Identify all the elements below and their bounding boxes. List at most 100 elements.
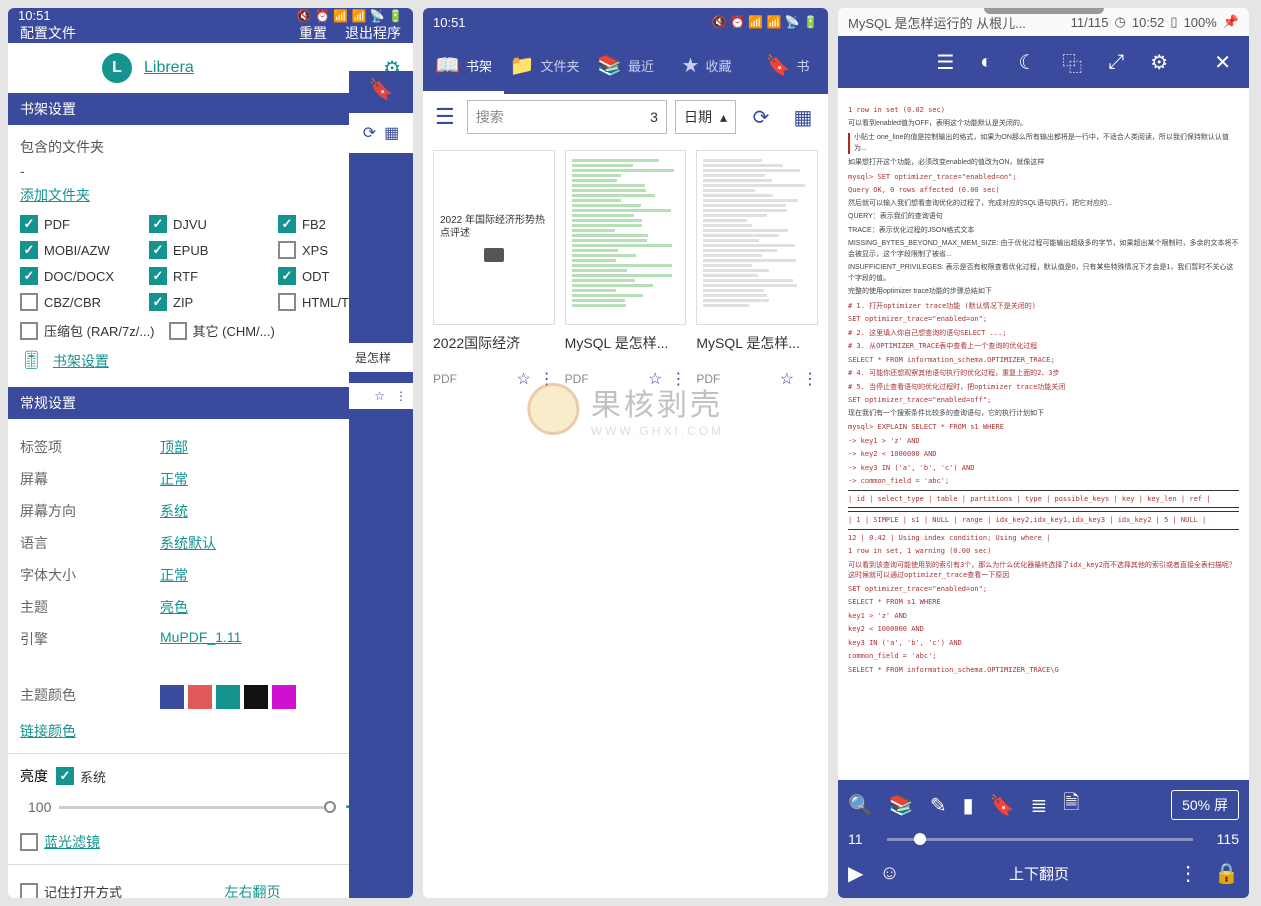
page-icon[interactable]: ▮ (963, 793, 974, 818)
result-count: 3 (650, 109, 658, 125)
tab-icon: ★ (682, 53, 700, 78)
format-cbz/cbr[interactable]: CBZ/CBR (20, 293, 143, 311)
format-mobi/azw[interactable]: MOBI/AZW (20, 241, 143, 259)
format-zip[interactable]: ZIP (149, 293, 272, 311)
format-doc/docx[interactable]: DOC/DOCX (20, 267, 143, 285)
color-swatch[interactable] (188, 685, 212, 709)
bookshelf-settings-link[interactable]: 书架设置 (53, 351, 109, 371)
setting-value[interactable]: 系统 (160, 501, 188, 521)
format-epub[interactable]: EPUB (149, 241, 272, 259)
file-icon[interactable]: 🗎 (1063, 788, 1079, 822)
bookmark-icon: 🔖 (369, 77, 394, 102)
included-folders-value: - (20, 163, 401, 179)
more-icon: ⋮ (395, 389, 407, 403)
battery: 100% (1184, 15, 1217, 30)
doc-title: MySQL 是怎样运行的 从根儿... (848, 13, 1026, 32)
format-rtf[interactable]: RTF (149, 267, 272, 285)
status-bar: 10:51 🔇 ⏰ 📶 📶 📡 🔋 (423, 8, 828, 36)
crop-icon[interactable]: ⿻ (1062, 48, 1082, 77)
tab-收藏[interactable]: ★收藏 (666, 36, 747, 94)
clock-icon: ◷ (1115, 14, 1126, 30)
tab-icon: 🔖 (766, 53, 791, 78)
pin-icon[interactable]: 📌 (1223, 14, 1239, 30)
profile-name[interactable]: Librera (144, 59, 194, 77)
refresh-icon[interactable]: ⟳ (744, 100, 778, 134)
book-item[interactable]: MySQL 是怎样... PDF ☆⋮ (696, 150, 818, 389)
setting-value[interactable]: 系统默认 (160, 533, 216, 553)
remember-open-checkbox[interactable]: 记住打开方式 (20, 882, 122, 898)
more-icon[interactable]: ⋮ (802, 369, 818, 389)
brightness-slider[interactable] (59, 806, 331, 809)
header-title: 配置文件 (20, 23, 76, 43)
brightness-label: 亮度 (20, 766, 48, 786)
night-icon[interactable]: ☾ (1018, 50, 1036, 75)
setting-value[interactable]: 正常 (160, 469, 188, 489)
zoom-level[interactable]: 50% 屏 (1171, 790, 1239, 820)
grid-icon[interactable]: ▦ (786, 100, 820, 134)
tab-书[interactable]: 🔖书 (747, 36, 828, 94)
lr-flip-link[interactable]: 左右翻页 (225, 882, 281, 899)
exit-button[interactable]: 退出程序 (345, 23, 401, 43)
color-swatch[interactable] (244, 685, 268, 709)
format-djvu[interactable]: DJVU (149, 215, 272, 233)
more-icon[interactable]: ⋮ (1178, 861, 1198, 886)
search-input[interactable]: 搜索 3 (467, 100, 667, 134)
status-icons: 🔇 ⏰ 📶 📶 📡 🔋 (712, 15, 818, 29)
contrast-icon[interactable]: ◐ (980, 51, 992, 74)
watermark-logo (527, 383, 579, 435)
reader-content[interactable]: 1 row in set (0.02 sec)可以看到enabled值为OFF，… (838, 88, 1249, 780)
tts-icon[interactable]: ☺ (879, 862, 899, 885)
notch (984, 8, 1104, 14)
link-color-link[interactable]: 链接颜色 (20, 721, 401, 741)
color-swatch[interactable] (160, 685, 184, 709)
library-screen: 10:51 🔇 ⏰ 📶 📶 📡 🔋 📖书架📁文件夹📚最近★收藏🔖书 ☰ 搜索 3… (423, 8, 828, 898)
add-folder-link[interactable]: 添加文件夹 (20, 185, 401, 205)
book-title: MySQL 是怎样... (696, 333, 818, 353)
compress-checkbox[interactable]: 压缩包 (RAR/7z/...) (20, 321, 155, 340)
brightness-system-checkbox[interactable]: 系统 (56, 767, 106, 786)
star-icon[interactable]: ☆ (780, 369, 794, 389)
tab-文件夹[interactable]: 📁文件夹 (504, 36, 585, 94)
library-icon[interactable]: 📚 (889, 793, 914, 818)
fit-icon[interactable]: ⤢ (1108, 51, 1124, 74)
setting-value[interactable]: 顶部 (160, 437, 188, 457)
book-item[interactable]: MySQL 是怎样... PDF ☆⋮ (565, 150, 687, 389)
bookmark-icon[interactable]: 🔖 (990, 793, 1015, 818)
included-folders-label: 包含的文件夹 (20, 137, 401, 157)
status-icons: 🔇 ⏰ 📶 📶 📡 🔋 (297, 9, 403, 23)
reader-bottom-bar: 🔍 📚 ✎ ▮ 🔖 ≣ 🗎 50% 屏 11 115 ▶ ☺ 上下翻页 ⋮ 🔒 (838, 780, 1249, 898)
page-total: 115 (1217, 831, 1239, 847)
lock-icon[interactable]: 🔒 (1214, 861, 1239, 886)
setting-value[interactable]: MuPDF_1.11 (160, 629, 241, 649)
menu-lines-icon[interactable]: ☰ (936, 50, 954, 75)
grid-icon: ▦ (384, 123, 399, 143)
color-swatch[interactable] (272, 685, 296, 709)
setting-value[interactable]: 亮色 (160, 597, 188, 617)
avatar: L (102, 53, 132, 83)
setting-value[interactable]: 正常 (160, 565, 188, 585)
theme-color-label: 主题颜色 (20, 685, 160, 709)
reset-button[interactable]: 重置 (299, 23, 327, 43)
gear-icon[interactable]: ⚙ (1150, 50, 1168, 75)
list-icon[interactable]: ≣ (1031, 793, 1048, 818)
flip-mode[interactable]: 上下翻页 (916, 863, 1162, 884)
tab-最近[interactable]: 📚最近 (585, 36, 666, 94)
book-item[interactable]: 2022 年国际经济形势热点评述2022国际经济 PDF ☆⋮ (433, 150, 555, 389)
tab-书架[interactable]: 📖书架 (423, 36, 504, 94)
menu-icon[interactable]: ☰ (431, 104, 459, 130)
play-icon[interactable]: ▶ (848, 861, 863, 886)
search-icon[interactable]: 🔍 (848, 793, 873, 818)
close-icon[interactable]: ✕ (1214, 50, 1231, 75)
edit-icon[interactable]: ✎ (930, 793, 947, 818)
sort-select[interactable]: 日期 ▴ (675, 100, 736, 134)
bluelight-checkbox[interactable]: 蓝光滤镜 (20, 832, 100, 852)
clock: 10:52 (1132, 15, 1165, 30)
format-pdf[interactable]: PDF (20, 215, 143, 233)
color-swatch[interactable] (216, 685, 240, 709)
tab-icon: 📚 (597, 53, 622, 78)
tab-icon: 📖 (435, 53, 460, 78)
reader-toolbar: ☰ ◐ ☾ ⿻ ⤢ ⚙ ✕ (838, 36, 1249, 88)
status-bar: 10:51 🔇 ⏰ 📶 📶 📡 🔋 (8, 8, 413, 23)
progress-slider[interactable] (887, 838, 1193, 841)
other-checkbox[interactable]: 其它 (CHM/...) (169, 321, 275, 340)
